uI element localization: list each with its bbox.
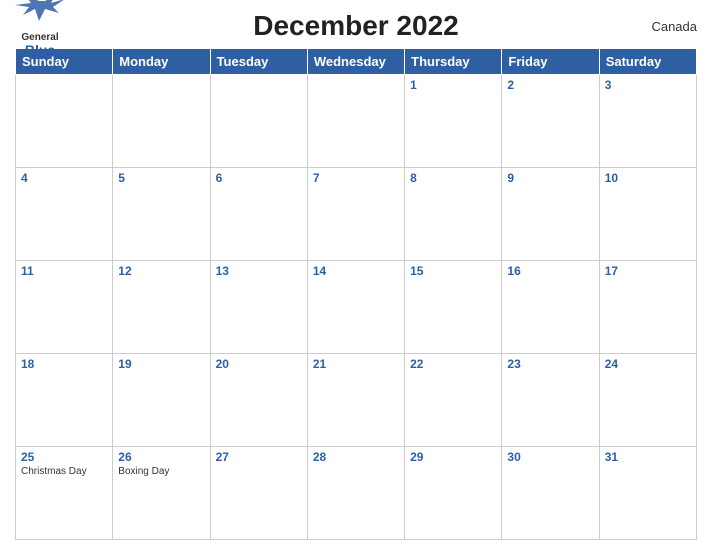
day-number: 29 — [410, 450, 496, 464]
day-cell: 2 — [502, 75, 599, 168]
day-number: 7 — [313, 171, 399, 185]
day-cell: 28 — [307, 447, 404, 540]
day-cell: 21 — [307, 354, 404, 447]
day-cell — [307, 75, 404, 168]
day-cell: 31 — [599, 447, 696, 540]
day-number: 15 — [410, 264, 496, 278]
day-number: 18 — [21, 357, 107, 371]
day-cell: 12 — [113, 261, 210, 354]
header-saturday: Saturday — [599, 49, 696, 75]
day-cell: 17 — [599, 261, 696, 354]
logo-general-text — [15, 0, 65, 31]
holiday-label: Christmas Day — [21, 466, 107, 477]
day-cell: 11 — [16, 261, 113, 354]
day-cell: 30 — [502, 447, 599, 540]
header-wednesday: Wednesday — [307, 49, 404, 75]
day-cell: 9 — [502, 168, 599, 261]
day-number: 30 — [507, 450, 593, 464]
day-cell: 29 — [405, 447, 502, 540]
day-number: 10 — [605, 171, 691, 185]
day-number: 9 — [507, 171, 593, 185]
day-cell: 7 — [307, 168, 404, 261]
day-cell: 4 — [16, 168, 113, 261]
header-monday: Monday — [113, 49, 210, 75]
day-number: 5 — [118, 171, 204, 185]
week-row-2: 456789 10 — [16, 168, 697, 261]
day-cell: 15 — [405, 261, 502, 354]
day-cell: 5 — [113, 168, 210, 261]
day-cell — [16, 75, 113, 168]
day-cell: 25 Christmas Day — [16, 447, 113, 540]
day-number: 17 — [605, 264, 691, 278]
day-cell: 14 — [307, 261, 404, 354]
day-cell: 23 — [502, 354, 599, 447]
header-tuesday: Tuesday — [210, 49, 307, 75]
day-cell: 22 — [405, 354, 502, 447]
day-number: 24 — [605, 357, 691, 371]
calendar-table: Sunday Monday Tuesday Wednesday Thursday… — [15, 48, 697, 540]
day-number: 12 — [118, 264, 204, 278]
day-cell: 26 Boxing Day — [113, 447, 210, 540]
day-number: 13 — [216, 264, 302, 278]
day-cell: 16 — [502, 261, 599, 354]
day-cell: 20 — [210, 354, 307, 447]
day-number: 21 — [313, 357, 399, 371]
day-number: 23 — [507, 357, 593, 371]
header-friday: Friday — [502, 49, 599, 75]
day-number: 20 — [216, 357, 302, 371]
day-cell: 27 — [210, 447, 307, 540]
week-row-5: 25 Christmas Day 26 Boxing Day 27 28 29 30 31 — [16, 447, 697, 540]
logo: General Blue — [15, 0, 65, 59]
day-number: 22 — [410, 357, 496, 371]
day-number: 25 — [21, 450, 107, 464]
day-cell: 1 — [405, 75, 502, 168]
day-number: 2 — [507, 78, 593, 92]
day-cell: 13 — [210, 261, 307, 354]
day-number: 27 — [216, 450, 302, 464]
week-row-1: 123 — [16, 75, 697, 168]
day-number: 28 — [313, 450, 399, 464]
day-number: 31 — [605, 450, 691, 464]
day-number: 14 — [313, 264, 399, 278]
day-number: 11 — [21, 264, 107, 278]
day-number: 6 — [216, 171, 302, 185]
day-number: 16 — [507, 264, 593, 278]
day-cell: 3 — [599, 75, 696, 168]
page-title: December 2022 — [253, 10, 458, 42]
country-label: Canada — [651, 19, 697, 34]
day-number: 19 — [118, 357, 204, 371]
day-number: 4 — [21, 171, 107, 185]
logo-blue-label: Blue — [25, 42, 55, 58]
day-cell: 6 — [210, 168, 307, 261]
day-cell — [210, 75, 307, 168]
day-number: 1 — [410, 78, 496, 92]
day-cell: 8 — [405, 168, 502, 261]
day-cell: 19 — [113, 354, 210, 447]
calendar-header: General Blue December 2022 Canada — [15, 10, 697, 42]
header-thursday: Thursday — [405, 49, 502, 75]
holiday-label: Boxing Day — [118, 466, 204, 477]
day-cell: 10 — [599, 168, 696, 261]
day-cell — [113, 75, 210, 168]
day-number: 8 — [410, 171, 496, 185]
weekday-header-row: Sunday Monday Tuesday Wednesday Thursday… — [16, 49, 697, 75]
week-row-3: 11 12 13 14 15 16 17 — [16, 261, 697, 354]
day-number: 26 — [118, 450, 204, 464]
week-row-4: 18 19 20 21 22 23 24 — [16, 354, 697, 447]
day-number: 3 — [605, 78, 691, 92]
day-cell: 24 — [599, 354, 696, 447]
day-cell: 18 — [16, 354, 113, 447]
